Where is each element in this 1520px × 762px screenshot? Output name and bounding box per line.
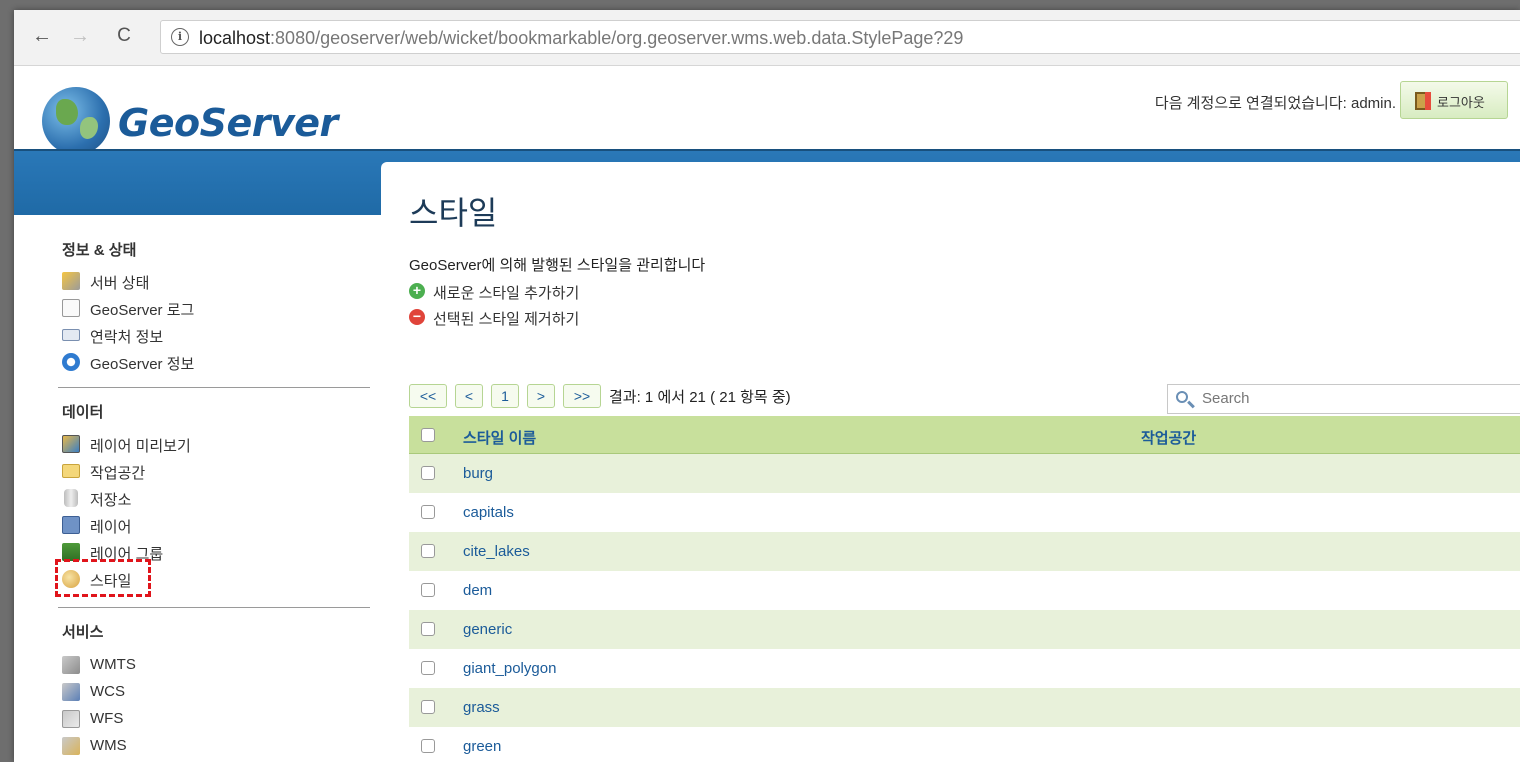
table-row: burg xyxy=(409,454,1520,493)
forward-button[interactable]: → xyxy=(68,24,92,48)
page-description: GeoServer에 의해 발행된 스타일을 관리합니다 xyxy=(409,257,706,274)
table-header: 스타일 이름 작업공간 xyxy=(409,416,1520,454)
style-name-link[interactable]: burg xyxy=(463,465,493,482)
table-row: green xyxy=(409,727,1520,762)
row-checkbox[interactable] xyxy=(421,661,435,675)
page-1-button[interactable]: 1 xyxy=(491,384,519,408)
reload-button[interactable]: C xyxy=(112,24,136,48)
highlight-annotation-box xyxy=(55,559,151,597)
row-checkbox[interactable] xyxy=(421,739,435,753)
remove-style-label: 선택된 스타일 제거하기 xyxy=(433,311,580,328)
section-title-services: 서비스 xyxy=(62,624,104,641)
sidebar-item-label: 서버 상태 xyxy=(90,275,150,292)
main-panel: 스타일 GeoServer에 의해 발행된 스타일을 관리합니다 + 새로운 스… xyxy=(381,162,1520,762)
layer-preview-icon xyxy=(62,435,80,453)
search-icon xyxy=(1176,391,1188,403)
sidebar-item-label: GeoServer 정보 xyxy=(90,356,195,373)
logout-button[interactable]: 로그아웃 xyxy=(1400,81,1508,119)
sidebar-divider xyxy=(58,607,370,608)
search-input[interactable] xyxy=(1202,390,1502,407)
style-name-link[interactable]: green xyxy=(463,738,501,755)
sidebar-item-label: 연락처 정보 xyxy=(90,329,164,346)
section-title-about-status: 정보 & 상태 xyxy=(62,242,137,259)
sidebar-item-label: WMS xyxy=(90,737,127,754)
row-checkbox[interactable] xyxy=(421,700,435,714)
sidebar-divider xyxy=(58,387,370,388)
table-row: grass xyxy=(409,688,1520,727)
column-style-name[interactable]: 스타일 이름 xyxy=(463,427,536,448)
globe-logo-icon xyxy=(42,87,110,155)
column-workspace[interactable]: 작업공간 xyxy=(1141,427,1196,448)
store-icon xyxy=(64,489,78,507)
row-checkbox[interactable] xyxy=(421,622,435,636)
layer-icon xyxy=(62,516,80,534)
wcs-icon xyxy=(62,683,80,701)
wmts-icon xyxy=(62,656,80,674)
search-box[interactable] xyxy=(1167,384,1520,414)
next-page-button[interactable]: > xyxy=(527,384,555,408)
row-checkbox[interactable] xyxy=(421,466,435,480)
address-bar[interactable]: i localhost:8080/geoserver/web/wicket/bo… xyxy=(160,20,1520,54)
logo-text: GeoServer xyxy=(118,101,338,145)
table-row: dem xyxy=(409,571,1520,610)
browser-toolbar: ← → C i localhost:8080/geoserver/web/wic… xyxy=(14,10,1520,66)
server-status-icon xyxy=(62,272,80,290)
login-status: 다음 계정으로 연결되었습니다: admin. xyxy=(1154,95,1396,112)
style-name-link[interactable]: giant_polygon xyxy=(463,660,556,677)
style-name-link[interactable]: cite_lakes xyxy=(463,543,530,560)
back-button[interactable]: ← xyxy=(30,24,54,48)
sidebar-item-label: 레이어 xyxy=(90,519,132,536)
info-icon xyxy=(62,353,80,371)
wms-icon xyxy=(62,737,80,755)
page-title: 스타일 xyxy=(409,195,498,231)
url-path: :8080/geoserver/web/wicket/bookmarkable/… xyxy=(270,28,964,48)
remove-icon: − xyxy=(409,309,425,325)
last-page-button[interactable]: >> xyxy=(563,384,601,408)
first-page-button[interactable]: << xyxy=(409,384,447,408)
style-name-link[interactable]: dem xyxy=(463,582,492,599)
sidebar-item-label: 레이어 미리보기 xyxy=(90,438,191,455)
browser-window: ← → C i localhost:8080/geoserver/web/wic… xyxy=(14,10,1520,762)
sidebar-nav: 정보 & 상태 서버 상태 GeoServer 로그 연락처 정보 GeoSer… xyxy=(50,215,370,762)
logout-label: 로그아웃 xyxy=(1437,95,1485,110)
add-icon: + xyxy=(409,283,425,299)
url-text[interactable]: localhost:8080/geoserver/web/wicket/book… xyxy=(199,28,963,49)
style-name-link[interactable]: capitals xyxy=(463,504,514,521)
row-checkbox[interactable] xyxy=(421,544,435,558)
row-checkbox[interactable] xyxy=(421,505,435,519)
style-name-link[interactable]: grass xyxy=(463,699,500,716)
url-host: localhost xyxy=(199,28,271,48)
sidebar-item-label: 저장소 xyxy=(90,492,132,509)
style-name-link[interactable]: generic xyxy=(463,621,512,638)
sidebar-item-label: GeoServer 로그 xyxy=(90,302,195,319)
section-title-data: 데이터 xyxy=(62,404,104,421)
app-header: GeoServer 다음 계정으로 연결되었습니다: admin. 로그아웃 xyxy=(14,67,1520,155)
sidebar-item-label: 작업공간 xyxy=(90,465,146,482)
table-row: capitals xyxy=(409,493,1520,532)
select-all-checkbox[interactable] xyxy=(421,428,435,442)
log-icon xyxy=(62,299,80,317)
workspace-folder-icon xyxy=(62,464,80,478)
sidebar-item-label: WFS xyxy=(90,710,124,727)
add-style-label: 새로운 스타일 추가하기 xyxy=(433,285,580,302)
door-exit-icon xyxy=(1415,92,1431,110)
sidebar-item-label: WMTS xyxy=(90,656,136,673)
styles-table: 스타일 이름 작업공간 burg capitals cite_lakes dem xyxy=(409,416,1520,762)
table-row: cite_lakes xyxy=(409,532,1520,571)
sidebar-item-label: WCS xyxy=(90,683,125,700)
row-checkbox[interactable] xyxy=(421,583,435,597)
table-row: generic xyxy=(409,610,1520,649)
pager-result-text: 결과: 1 에서 21 ( 21 항목 중) xyxy=(609,389,791,406)
wfs-icon xyxy=(62,710,80,728)
contact-icon xyxy=(62,329,80,341)
prev-page-button[interactable]: < xyxy=(455,384,483,408)
site-info-icon[interactable]: i xyxy=(171,28,189,46)
table-row: giant_polygon xyxy=(409,649,1520,688)
